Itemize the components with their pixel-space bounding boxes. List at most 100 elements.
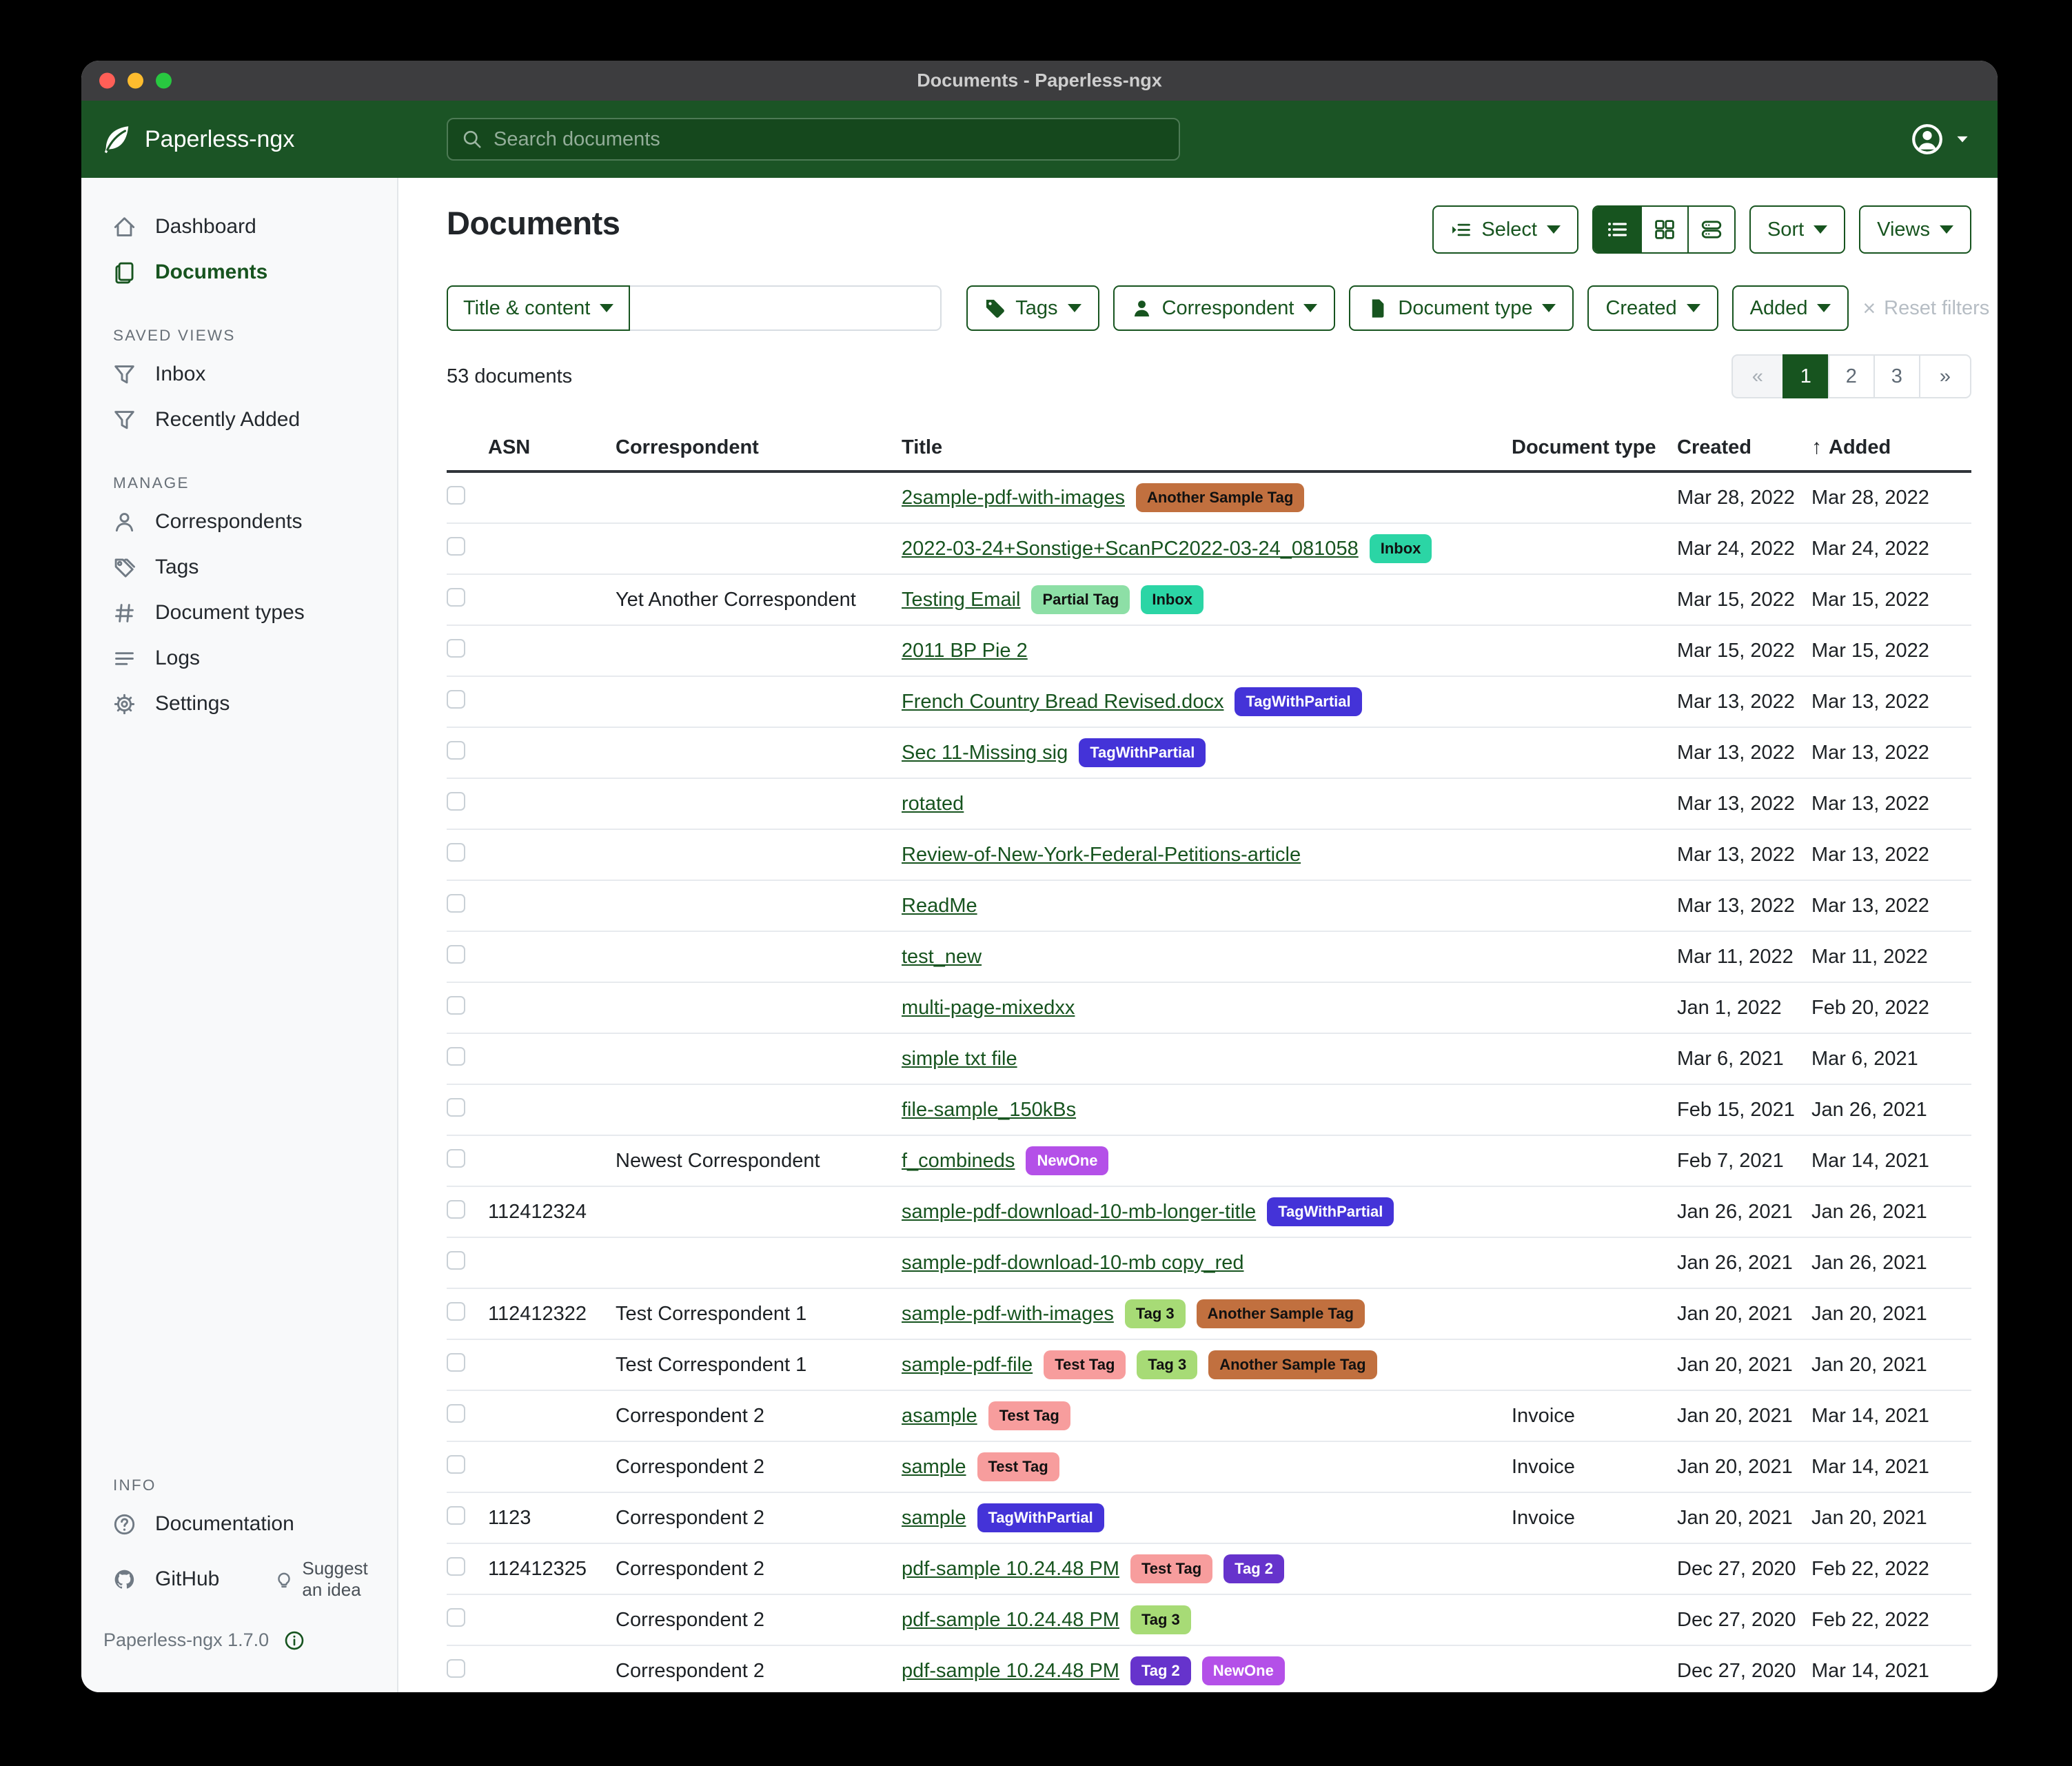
document-title-link[interactable]: Testing Email [902, 589, 1020, 611]
sidebar-item-inbox[interactable]: Inbox [81, 352, 397, 397]
page-button-3[interactable]: 3 [1873, 354, 1920, 398]
tag-badge[interactable]: Test Tag [1130, 1554, 1212, 1583]
list-view-toggle[interactable] [1594, 207, 1641, 252]
correspondent-cell[interactable]: Correspondent 2 [616, 1558, 902, 1581]
page-button-1[interactable]: 1 [1782, 354, 1829, 398]
sidebar-item-logs[interactable]: Logs [81, 636, 397, 681]
tag-badge[interactable]: TagWithPartial [1235, 687, 1361, 716]
row-checkbox[interactable] [447, 1404, 465, 1423]
added-filter-button[interactable]: Added [1732, 285, 1849, 331]
tag-badge[interactable]: Another Sample Tag [1208, 1350, 1377, 1379]
created-filter-button[interactable]: Created [1587, 285, 1718, 331]
row-checkbox[interactable] [447, 1506, 465, 1525]
sidebar-item-tags[interactable]: Tags [81, 545, 397, 590]
views-button[interactable]: Views [1859, 205, 1971, 254]
correspondent-cell[interactable]: Correspondent 2 [616, 1609, 902, 1632]
tag-badge[interactable]: Test Tag [1044, 1350, 1126, 1379]
row-checkbox[interactable] [447, 1047, 465, 1066]
row-checkbox[interactable] [447, 1608, 465, 1627]
doctype-cell[interactable]: Invoice [1512, 1405, 1677, 1428]
document-type-filter-button[interactable]: Document type [1349, 285, 1574, 331]
tag-badge[interactable]: Tag 3 [1130, 1605, 1191, 1634]
row-checkbox[interactable] [447, 843, 465, 862]
document-title-link[interactable]: sample-pdf-download-10-mb-longer-title [902, 1201, 1256, 1224]
document-title-link[interactable]: sample-pdf-file [902, 1354, 1033, 1377]
correspondent-filter-button[interactable]: Correspondent [1113, 285, 1336, 331]
document-title-link[interactable]: sample-pdf-with-images [902, 1303, 1114, 1326]
correspondent-cell[interactable]: Yet Another Correspondent [616, 589, 902, 611]
doctype-cell[interactable]: Invoice [1512, 1507, 1677, 1530]
row-checkbox[interactable] [447, 1353, 465, 1372]
row-checkbox[interactable] [447, 588, 465, 607]
detail-view-toggle[interactable] [1687, 207, 1734, 252]
tag-badge[interactable]: Inbox [1141, 585, 1203, 614]
grid-view-toggle[interactable] [1641, 207, 1687, 252]
sidebar-item-recently-added[interactable]: Recently Added [81, 397, 397, 443]
suggest-idea-link[interactable]: Suggest an idea [274, 1558, 383, 1601]
filter-field-dropdown[interactable]: Title & content [447, 285, 630, 331]
tag-badge[interactable]: Tag 3 [1137, 1350, 1197, 1379]
document-title-link[interactable]: rotated [902, 793, 964, 815]
info-circle-icon[interactable] [284, 1630, 305, 1651]
document-title-link[interactable]: sample [902, 1456, 966, 1479]
correspondent-cell[interactable]: Newest Correspondent [616, 1150, 902, 1173]
tag-badge[interactable]: Tag 2 [1223, 1554, 1284, 1583]
title-content-input[interactable] [630, 285, 942, 331]
tag-badge[interactable]: Test Tag [988, 1401, 1070, 1430]
document-title-link[interactable]: sample [902, 1507, 966, 1530]
row-checkbox[interactable] [447, 1149, 465, 1168]
sidebar-item-correspondents[interactable]: Correspondents [81, 499, 397, 545]
column-header-created[interactable]: Created [1677, 436, 1811, 459]
search-input[interactable] [494, 128, 1165, 151]
sidebar-item-github[interactable]: GitHub Suggest an idea [81, 1547, 397, 1612]
tag-badge[interactable]: NewOne [1202, 1656, 1285, 1685]
reset-filters-button[interactable]: × Reset filters [1862, 297, 1989, 320]
row-checkbox[interactable] [447, 486, 465, 505]
document-title-link[interactable]: pdf-sample 10.24.48 PM [902, 1660, 1119, 1683]
document-title-link[interactable]: sample-pdf-download-10-mb copy_red [902, 1252, 1243, 1275]
select-button[interactable]: Select [1432, 205, 1578, 254]
document-title-link[interactable]: French Country Bread Revised.docx [902, 691, 1223, 713]
doctype-cell[interactable]: Invoice [1512, 1456, 1677, 1479]
user-menu-button[interactable] [1911, 123, 1970, 156]
sort-button[interactable]: Sort [1749, 205, 1845, 254]
document-title-link[interactable]: f_combineds [902, 1150, 1015, 1173]
document-title-link[interactable]: 2011 BP Pie 2 [902, 640, 1028, 662]
correspondent-cell[interactable]: Correspondent 2 [616, 1456, 902, 1479]
brand-link[interactable]: Paperless-ngx [102, 124, 294, 154]
row-checkbox[interactable] [447, 741, 465, 760]
document-title-link[interactable]: simple txt file [902, 1048, 1017, 1070]
correspondent-cell[interactable]: Correspondent 2 [616, 1660, 902, 1683]
document-title-link[interactable]: 2022-03-24+Sonstige+ScanPC2022-03-24_081… [902, 538, 1359, 560]
tag-badge[interactable]: Another Sample Tag [1197, 1299, 1365, 1328]
column-header-title[interactable]: Title [902, 436, 1512, 459]
row-checkbox[interactable] [447, 1557, 465, 1576]
sidebar-item-settings[interactable]: Settings [81, 681, 397, 727]
document-title-link[interactable]: Review-of-New-York-Federal-Petitions-art… [902, 844, 1301, 866]
sidebar-item-documents[interactable]: Documents [81, 250, 397, 295]
row-checkbox[interactable] [447, 537, 465, 556]
document-title-link[interactable]: Sec 11-Missing sig [902, 742, 1068, 764]
document-title-link[interactable]: test_new [902, 946, 982, 968]
sidebar-item-documentation[interactable]: Documentation [81, 1501, 397, 1547]
correspondent-cell[interactable]: Test Correspondent 1 [616, 1354, 902, 1377]
sidebar-item-dashboard[interactable]: Dashboard [81, 204, 397, 250]
tag-badge[interactable]: Partial Tag [1031, 585, 1130, 614]
tag-badge[interactable]: TagWithPartial [977, 1503, 1104, 1532]
row-checkbox[interactable] [447, 1302, 465, 1321]
tag-badge[interactable]: Tag 3 [1125, 1299, 1186, 1328]
correspondent-cell[interactable]: Correspondent 2 [616, 1507, 902, 1530]
tag-badge[interactable]: Another Sample Tag [1136, 483, 1304, 512]
tag-badge[interactable]: TagWithPartial [1267, 1197, 1394, 1226]
tag-badge[interactable]: Inbox [1370, 534, 1432, 563]
row-checkbox[interactable] [447, 1659, 465, 1678]
tags-filter-button[interactable]: Tags [966, 285, 1099, 331]
row-checkbox[interactable] [447, 690, 465, 709]
row-checkbox[interactable] [447, 894, 465, 913]
row-checkbox[interactable] [447, 945, 465, 964]
document-title-link[interactable]: ReadMe [902, 895, 977, 917]
row-checkbox[interactable] [447, 996, 465, 1015]
row-checkbox[interactable] [447, 792, 465, 811]
column-header-doctype[interactable]: Document type [1512, 436, 1677, 459]
document-title-link[interactable]: multi-page-mixedxx [902, 997, 1075, 1019]
